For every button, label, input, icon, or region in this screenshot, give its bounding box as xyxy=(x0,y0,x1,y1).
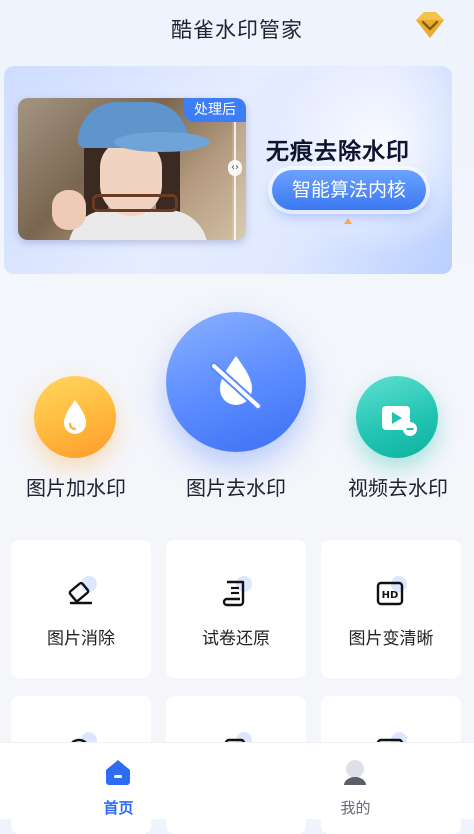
user-avatar-icon xyxy=(344,760,366,785)
feature-label: 图片变清晰 xyxy=(348,629,434,649)
promo-banner[interactable]: ‹› 处理后 无痕去除水印 智能算法内核 xyxy=(4,66,452,274)
svg-text:HD: HD xyxy=(382,590,399,601)
home-icon xyxy=(106,760,130,785)
pill-pointer-icon xyxy=(344,218,352,224)
water-drop-icon xyxy=(64,400,86,434)
feature-card-paper[interactable]: 试卷还原 xyxy=(166,540,306,678)
app-header: 酷雀水印管家 xyxy=(0,0,474,60)
algorithm-pill: 智能算法内核 xyxy=(272,170,426,210)
diamond-crown-icon[interactable] xyxy=(412,10,448,42)
tab-home[interactable]: 首页 xyxy=(0,743,237,819)
hd-icon: HD xyxy=(373,576,407,610)
video-watermark-circle[interactable] xyxy=(356,376,438,458)
tool-video-watermark[interactable]: 视频去水印 xyxy=(336,370,460,500)
remove-watermark-circle[interactable] xyxy=(166,312,306,452)
scroll-paper-icon xyxy=(218,576,252,610)
page-title: 酷雀水印管家 xyxy=(171,18,303,42)
eraser-icon xyxy=(63,576,97,610)
feature-card-hd[interactable]: HD 图片变清晰 xyxy=(321,540,461,678)
tool-label: 图片去水印 xyxy=(186,476,286,500)
compare-handle-icon[interactable]: ‹› xyxy=(228,160,242,176)
tab-mine[interactable]: 我的 xyxy=(237,743,474,819)
feature-label: 图片消除 xyxy=(47,629,115,649)
slashed-drop-icon xyxy=(210,356,262,410)
photo-hand xyxy=(52,190,86,230)
video-play-icon xyxy=(382,406,417,436)
tool-add-watermark[interactable]: 图片加水印 xyxy=(14,370,138,500)
after-badge: 处理后 xyxy=(184,98,246,122)
feature-card-erase[interactable]: 图片消除 xyxy=(11,540,151,678)
sample-photo: ‹› 处理后 xyxy=(18,98,246,240)
feature-label: 试卷还原 xyxy=(202,629,270,649)
tool-label: 视频去水印 xyxy=(348,476,448,500)
add-watermark-circle[interactable] xyxy=(34,376,116,458)
tab-label-home: 首页 xyxy=(103,799,134,817)
tool-remove-watermark[interactable]: 图片去水印 xyxy=(166,312,306,502)
photo-sunglasses xyxy=(92,194,178,212)
banner-headline: 无痕去除水印 xyxy=(266,139,410,165)
tab-label-mine: 我的 xyxy=(340,799,371,817)
photo-cap-brim xyxy=(114,132,210,152)
bottom-tab-bar: 首页 我的 xyxy=(0,742,474,819)
tool-label: 图片加水印 xyxy=(26,476,126,500)
